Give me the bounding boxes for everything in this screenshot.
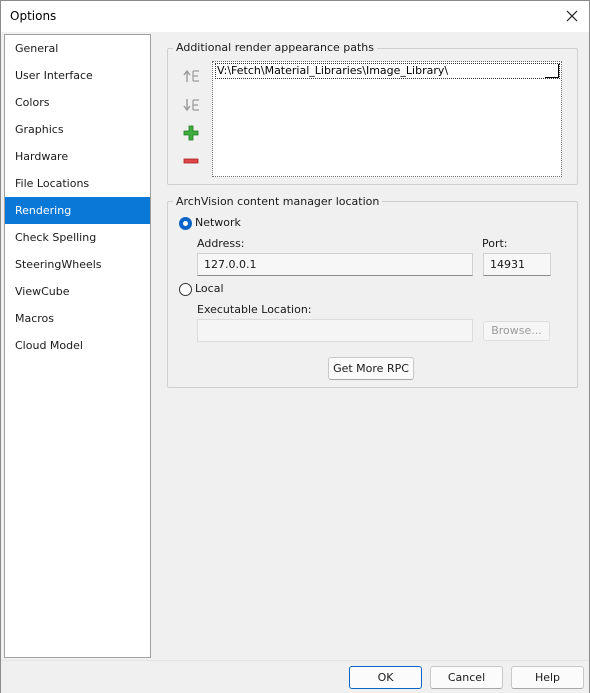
nav-item-colors[interactable]: Colors [5, 89, 150, 116]
network-radio[interactable] [179, 217, 192, 230]
nav-item-file-locations[interactable]: File Locations [5, 170, 150, 197]
options-category-list: General User Interface Colors Graphics H… [4, 34, 151, 658]
add-icon [183, 125, 199, 141]
add-path-button[interactable] [181, 124, 201, 142]
executable-location-field[interactable] [197, 319, 473, 342]
render-paths-group-label: Additional render appearance paths [173, 41, 378, 54]
move-up-button[interactable] [181, 67, 201, 85]
window-title: Options [10, 9, 57, 23]
get-more-rpc-button[interactable]: Get More RPC [328, 357, 414, 380]
nav-item-graphics[interactable]: Graphics [5, 116, 150, 143]
cancel-button[interactable]: Cancel [430, 666, 503, 689]
nav-item-macros[interactable]: Macros [5, 305, 150, 332]
close-button[interactable] [557, 2, 587, 30]
address-field[interactable]: 127.0.0.1 [197, 253, 473, 276]
dialog-footer: OK Cancel Help [1, 660, 589, 693]
address-label: Address: [197, 237, 245, 250]
move-down-icon [183, 99, 199, 112]
port-field[interactable]: 14931 [483, 253, 551, 276]
nav-item-check-spelling[interactable]: Check Spelling [5, 224, 150, 251]
archvision-group-label: ArchVision content manager location [173, 195, 383, 208]
options-dialog: Options General User Interface Colors Gr… [0, 0, 590, 693]
move-down-button[interactable] [181, 96, 201, 114]
nav-item-rendering[interactable]: Rendering [5, 197, 150, 224]
nav-item-viewcube[interactable]: ViewCube [5, 278, 150, 305]
browse-button[interactable]: Browse... [483, 321, 550, 341]
nav-item-hardware[interactable]: Hardware [5, 143, 150, 170]
network-label: Network [195, 216, 241, 229]
title-bar: Options [1, 1, 589, 32]
executable-location-label: Executable Location: [197, 303, 312, 316]
local-label: Local [195, 282, 224, 295]
ok-button[interactable]: OK [349, 666, 422, 689]
path-edit-box[interactable] [545, 64, 559, 78]
nav-item-steeringwheels[interactable]: SteeringWheels [5, 251, 150, 278]
help-button[interactable]: Help [511, 666, 584, 689]
move-up-icon [183, 69, 199, 82]
path-entry[interactable]: V:\Fetch\Material_Libraries\Image_Librar… [215, 63, 560, 79]
render-paths-list[interactable]: V:\Fetch\Material_Libraries\Image_Librar… [212, 61, 562, 177]
nav-item-general[interactable]: General [5, 35, 150, 62]
close-icon [566, 10, 578, 22]
remove-path-button[interactable] [181, 152, 201, 170]
local-radio[interactable] [179, 283, 192, 296]
port-label: Port: [482, 237, 508, 250]
nav-item-cloud-model[interactable]: Cloud Model [5, 332, 150, 359]
remove-icon [183, 158, 199, 164]
nav-item-user-interface[interactable]: User Interface [5, 62, 150, 89]
